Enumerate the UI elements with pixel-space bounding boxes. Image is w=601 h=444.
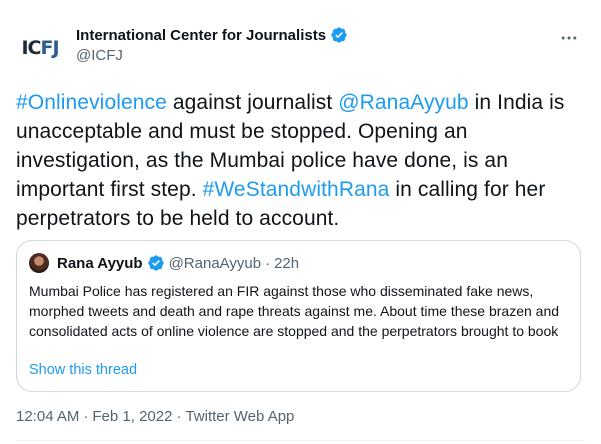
quoted-avatar [29, 253, 49, 273]
quoted-tweet-text: Mumbai Police has registered an FIR agai… [29, 283, 560, 339]
display-name[interactable]: International Center for Journalists [76, 27, 326, 44]
tweet-text: #Onlineviolence against journalist @Rana… [16, 88, 581, 233]
show-thread-link[interactable]: Show this thread [29, 362, 137, 378]
tweet-metadata: 12:04 AM · Feb 1, 2022 · Twitter Web App [16, 408, 294, 425]
tweet-header: IC FJ International Center for Journalist… [16, 24, 585, 72]
divider [16, 440, 585, 441]
handle[interactable]: @ICFJ [76, 47, 348, 64]
more-options-button[interactable] [557, 28, 581, 48]
verified-badge-icon [147, 255, 164, 271]
meta-separator: · [176, 408, 182, 425]
more-horizontal-icon [561, 36, 577, 40]
quoted-display-name: Rana Ayyub [57, 254, 143, 272]
hashtag-westandwithrana[interactable]: #WeStandwithRana [203, 178, 390, 201]
tweet-page: IC FJ International Center for Journalist… [0, 0, 601, 444]
quoted-timestamp: 22h [274, 254, 300, 272]
tweet-time[interactable]: 12:04 AM [16, 408, 79, 425]
hashtag-onlineviolence[interactable]: #Onlineviolence [16, 91, 167, 114]
icfj-logo: IC FJ [21, 37, 59, 59]
quoted-separator: · [265, 254, 271, 272]
quoted-tweet-header: Rana Ayyub @RanaAyyub · 22h [29, 253, 299, 273]
tweet-text-segment: against journalist [166, 91, 339, 114]
verified-badge-icon [331, 27, 347, 43]
quoted-tweet[interactable]: Rana Ayyub @RanaAyyub · 22h Mumbai Polic… [16, 240, 581, 392]
quoted-handle: @RanaAyyub [168, 254, 262, 272]
meta-separator: · [83, 408, 89, 425]
tweet-source-app[interactable]: Twitter Web App [185, 408, 294, 425]
avatar[interactable]: IC FJ [16, 24, 64, 72]
tweet-date[interactable]: Feb 1, 2022 [92, 408, 172, 425]
logo-left-text: IC [21, 37, 41, 59]
author-block: International Center for Journalists @IC… [76, 26, 348, 64]
logo-right-text: FJ [40, 37, 59, 59]
mention-ranaayyub[interactable]: @RanaAyyub [338, 91, 469, 114]
name-row: International Center for Journalists [76, 26, 348, 44]
